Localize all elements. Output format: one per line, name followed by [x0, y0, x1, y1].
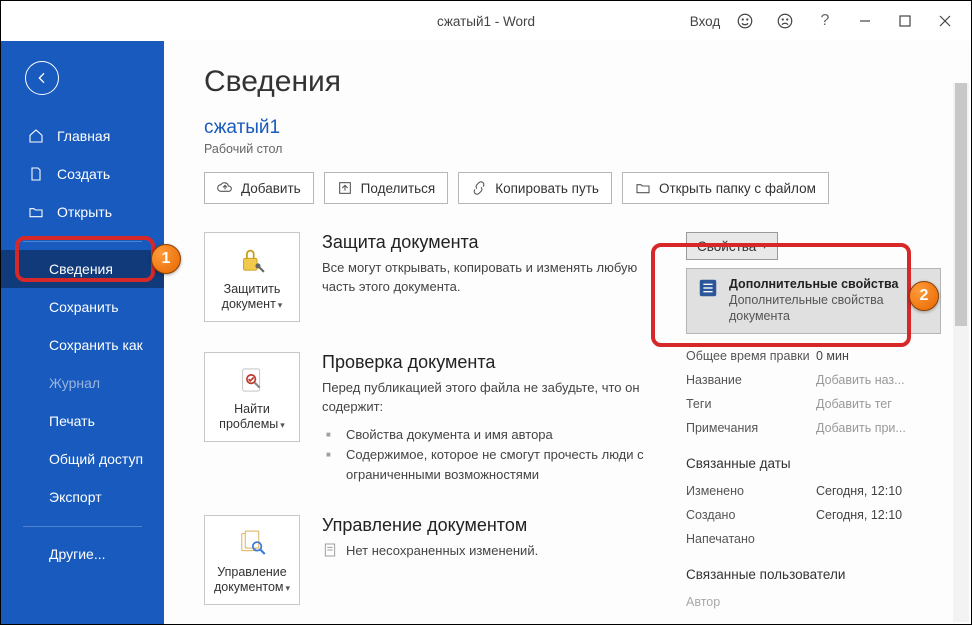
copy-path-button[interactable]: Копировать путь	[458, 172, 612, 204]
nav-info[interactable]: Сведения	[1, 250, 164, 288]
nav-label: Журнал	[49, 375, 100, 391]
inspect-desc: Перед публикацией этого файла не забудьт…	[322, 379, 662, 417]
upload-button[interactable]: Добавить	[204, 172, 314, 204]
document-location: Рабочий стол	[204, 142, 941, 156]
prop-key: Примечания	[686, 421, 816, 435]
nav-print[interactable]: Печать	[1, 402, 164, 440]
button-label: Открыть папку с файлом	[659, 181, 816, 196]
nav-history: Журнал	[1, 364, 164, 402]
document-icon	[322, 542, 338, 558]
file-icon	[27, 166, 45, 182]
annotation-marker-2: 2	[909, 281, 939, 311]
prop-key: Автор	[686, 595, 816, 609]
home-icon	[27, 128, 45, 144]
prop-value[interactable]: Добавить при...	[816, 421, 906, 435]
inspect-item: Содержимое, которое не смогут прочесть л…	[326, 445, 662, 485]
button-label: Найти проблемы	[219, 402, 278, 431]
prop-value: Сегодня, 12:10	[816, 484, 902, 498]
related-people-heading: Связанные пользователи	[686, 567, 941, 582]
button-label: Управление документом	[214, 565, 287, 594]
protect-desc: Все могут открывать, копировать и изменя…	[322, 259, 662, 297]
content-pane: Сведения сжатый1 Рабочий стол Добавить П…	[164, 41, 971, 624]
share-button[interactable]: Поделиться	[324, 172, 449, 204]
page-heading: Сведения	[204, 65, 941, 99]
open-folder-button[interactable]: Открыть папку с файлом	[622, 172, 829, 204]
prop-key: Изменено	[686, 484, 816, 498]
smile-icon[interactable]	[725, 1, 765, 41]
nav-label: Открыть	[57, 204, 112, 220]
back-button[interactable]	[25, 61, 59, 95]
nav-label: Сохранить как	[49, 337, 143, 353]
window-title: сжатый1 - Word	[437, 14, 535, 29]
prop-key: Общее время правки	[686, 349, 816, 363]
nav-label: Общий доступ	[49, 451, 143, 467]
close-button[interactable]	[925, 1, 965, 41]
nav-open[interactable]: Открыть	[1, 193, 164, 231]
properties-icon	[697, 277, 719, 325]
sad-icon[interactable]	[765, 1, 805, 41]
prop-value[interactable]: Добавить тег	[816, 397, 892, 411]
nav-label: Экспорт	[49, 489, 102, 505]
no-unsaved-changes: Нет несохраненных изменений.	[322, 542, 662, 558]
button-label: Защитить документ	[222, 282, 281, 311]
button-label: Свойства	[697, 239, 756, 254]
nav-more[interactable]: Другие...	[1, 535, 164, 573]
prop-value: Сегодня, 12:10	[816, 508, 902, 522]
manage-title: Управление документом	[322, 515, 662, 536]
vertical-scrollbar[interactable]	[953, 83, 969, 622]
advanced-properties-item[interactable]: Дополнительные свойства Дополнительные с…	[686, 268, 941, 334]
folder-open-icon	[27, 204, 45, 220]
button-label: Копировать путь	[495, 181, 599, 196]
maximize-button[interactable]	[885, 1, 925, 41]
inspect-item: Свойства документа и имя автора	[326, 425, 662, 445]
inspect-icon	[235, 362, 269, 398]
related-dates-heading: Связанные даты	[686, 456, 941, 471]
annotation-marker-1: 1	[151, 244, 181, 274]
document-title: сжатый1	[204, 117, 941, 139]
nav-label: Сохранить	[49, 299, 119, 315]
nav-saveas[interactable]: Сохранить как	[1, 326, 164, 364]
inspect-title: Проверка документа	[322, 352, 662, 373]
prop-key: Напечатано	[686, 532, 816, 546]
help-icon[interactable]: ?	[805, 1, 845, 41]
button-label: Добавить	[241, 181, 301, 196]
nav-share[interactable]: Общий доступ	[1, 440, 164, 478]
advanced-props-subtitle: Дополнительные свойства документа	[729, 292, 930, 325]
prop-value: 0 мин	[816, 349, 849, 363]
protect-title: Защита документа	[322, 232, 662, 253]
button-label: Поделиться	[361, 181, 436, 196]
nav-label: Печать	[49, 413, 95, 429]
prop-key: Создано	[686, 508, 816, 522]
properties-dropdown[interactable]: Свойства▾	[686, 232, 778, 260]
nav-home[interactable]: Главная	[1, 117, 164, 155]
nav-new[interactable]: Создать	[1, 155, 164, 193]
manage-icon	[235, 525, 269, 561]
inspect-document-button[interactable]: Найти проблемы▾	[204, 352, 300, 442]
manage-document-button[interactable]: Управление документом▾	[204, 515, 300, 605]
login-link[interactable]: Вход	[685, 1, 725, 41]
prop-key: Теги	[686, 397, 816, 411]
prop-value[interactable]: Добавить наз...	[816, 373, 905, 387]
titlebar: сжатый1 - Word Вход ?	[1, 1, 971, 41]
nav-label: Другие...	[49, 546, 106, 562]
lock-icon	[235, 242, 269, 278]
protect-document-button[interactable]: Защитить документ▾	[204, 232, 300, 322]
backstage-sidebar: Главная Создать Открыть Сведения Сохрани…	[1, 41, 164, 624]
nav-label: Главная	[57, 128, 110, 144]
nav-label: Сведения	[49, 261, 113, 277]
nav-label: Создать	[57, 166, 110, 182]
advanced-props-title: Дополнительные свойства	[729, 277, 930, 291]
nav-export[interactable]: Экспорт	[1, 478, 164, 516]
nav-save[interactable]: Сохранить	[1, 288, 164, 326]
minimize-button[interactable]	[845, 1, 885, 41]
prop-key: Название	[686, 373, 816, 387]
